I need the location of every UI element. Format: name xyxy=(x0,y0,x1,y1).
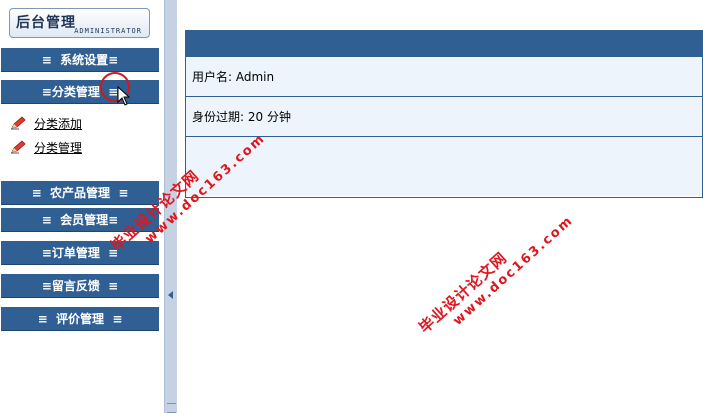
menu-category-management[interactable]: ≡分类管理 ≡ xyxy=(1,80,159,104)
menu-product-management[interactable]: ≡ 农产品管理 ≡ xyxy=(1,181,159,205)
logo-title: 后台管理 xyxy=(16,15,76,31)
sub-item-add-category[interactable]: 分类添加 xyxy=(10,114,82,132)
username-row: 用户名: Admin xyxy=(186,56,702,96)
menu-label: ≡ 会员管理≡ xyxy=(41,213,119,227)
mouse-cursor-icon xyxy=(117,86,131,106)
pencil-icon xyxy=(11,116,26,130)
watermark-url: www.doc163.com xyxy=(450,212,577,329)
watermark-2: 毕业设计论文网 www.doc163.com xyxy=(414,197,577,348)
panel-header xyxy=(186,31,702,56)
logo-subtitle: ADMINISTRATOR xyxy=(74,27,142,35)
sub-item-label: 分类管理 xyxy=(34,140,83,155)
menu-feedback[interactable]: ≡留言反馈 ≡ xyxy=(1,274,159,298)
sub-item-manage-category[interactable]: 分类管理 xyxy=(10,138,82,156)
menu-label: ≡订单管理 ≡ xyxy=(41,246,119,260)
menu-label: ≡ 评价管理 ≡ xyxy=(37,312,123,326)
expiry-row: 身份过期: 20 分钟 xyxy=(186,96,702,136)
menu-label: ≡留言反馈 ≡ xyxy=(41,279,119,293)
grip-icon xyxy=(167,403,176,413)
username-text: 用户名: Admin xyxy=(192,70,275,84)
menu-label: ≡ 系统设置≡ xyxy=(41,53,119,67)
pencil-icon xyxy=(11,140,26,154)
admin-logo: 后台管理 ADMINISTRATOR xyxy=(9,8,150,38)
menu-review-management[interactable]: ≡ 评价管理 ≡ xyxy=(1,307,159,331)
menu-label: ≡ 农产品管理 ≡ xyxy=(31,186,129,200)
sidebar: 后台管理 ADMINISTRATOR ≡ 系统设置≡ ≡分类管理 ≡ 分类添加 … xyxy=(0,0,160,413)
sub-item-label: 分类添加 xyxy=(34,116,83,131)
collapse-arrow-icon[interactable] xyxy=(168,291,173,299)
menu-system-settings[interactable]: ≡ 系统设置≡ xyxy=(1,48,159,72)
admin-info-panel: 用户名: Admin 身份过期: 20 分钟 xyxy=(185,30,703,198)
